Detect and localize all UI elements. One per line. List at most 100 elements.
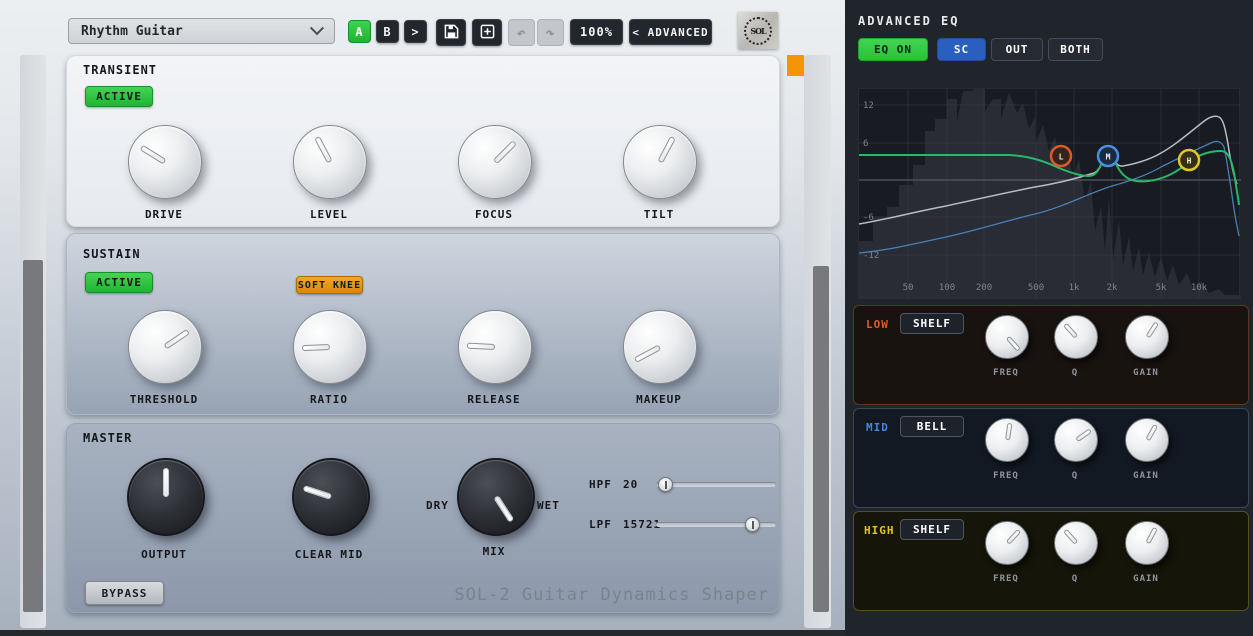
svg-text:100: 100 [939,283,955,293]
chevron-down-icon [310,21,324,35]
low-band-type-button[interactable]: SHELF [900,313,964,334]
svg-text:5k: 5k [1156,283,1167,293]
sustain-section: SUSTAIN ACTIVE SOFT KNEE THRESHOLD RATIO… [66,233,780,415]
bypass-button[interactable]: BYPASS [85,581,164,605]
ratio-label: RATIO [249,393,409,406]
eq-out-button[interactable]: OUT [991,38,1043,61]
hpf-slider-track[interactable] [656,482,776,487]
mix-knob[interactable] [457,458,535,536]
advanced-toggle-button[interactable]: < ADVANCED [629,19,712,45]
low-gain-label: GAIN [1086,368,1206,378]
svg-text:2k: 2k [1107,283,1118,293]
save-preset-button[interactable] [436,19,466,46]
mix-label: MIX [414,545,574,558]
svg-text:200: 200 [976,283,992,293]
high-gain-knob[interactable] [1125,521,1169,565]
redo-button[interactable]: ↷ [537,19,564,46]
ab-a-button[interactable]: A [348,20,371,43]
eq-node-mid[interactable]: M [1098,146,1118,166]
eq-band-mid: MID BELL FREQ Q GAIN [853,408,1249,508]
eq-title: ADVANCED EQ [858,14,959,28]
svg-text:500: 500 [1028,283,1044,293]
sustain-active-button[interactable]: ACTIVE [85,272,153,293]
master-section: MASTER OUTPUT CLEAR MID DRY WET MIX HPF … [66,423,780,613]
preset-value: Rhythm Guitar [81,24,183,39]
high-freq-knob[interactable] [985,521,1029,565]
high-q-knob[interactable] [1054,521,1098,565]
low-freq-knob[interactable] [985,315,1029,359]
svg-text:50: 50 [903,283,914,293]
output-knob[interactable] [127,458,205,536]
undo-button[interactable]: ↶ [508,19,535,46]
focus-label: FOCUS [414,208,574,221]
lpf-label: LPF [589,518,612,531]
tilt-label: TILT [579,208,739,221]
mid-q-knob[interactable] [1054,418,1098,462]
svg-text:6: 6 [863,139,868,149]
plugin-window: Rhythm Guitar A B > ↶ ↷ 100% < ADVANCED … [0,0,1253,636]
ab-b-button[interactable]: B [376,20,399,43]
transient-title: TRANSIENT [83,63,157,77]
undo-icon: ↶ [516,24,526,42]
transient-section: TRANSIENT ACTIVE DRIVE LEVEL FOCUS TILT [66,55,780,227]
threshold-knob[interactable] [128,310,202,384]
low-band-label: LOW [866,318,889,331]
master-title: MASTER [83,431,132,445]
ratio-knob[interactable] [293,310,367,384]
eq-graph-svg: L M H 12 6 -6 -12 50 100 200 [859,89,1241,299]
left-scrollbar-thumb[interactable] [23,260,43,612]
ab-copy-button[interactable]: > [404,20,427,43]
eq-graph[interactable]: L M H 12 6 -6 -12 50 100 200 [858,88,1240,298]
spectrum-silhouette [859,89,1241,299]
drive-knob[interactable] [128,125,202,199]
high-gain-label: GAIN [1086,574,1206,584]
dry-label: DRY [426,499,449,512]
output-label: OUTPUT [84,548,244,561]
svg-text:1k: 1k [1069,283,1080,293]
right-scrollbar-thumb[interactable] [813,266,829,612]
panel-marker [787,55,804,76]
soft-knee-button[interactable]: SOFT KNEE [296,276,363,294]
svg-text:10k: 10k [1191,283,1208,293]
svg-text:12: 12 [863,101,874,111]
mid-band-label: MID [866,421,889,434]
brand-logo: SOL [738,12,778,49]
preset-dropdown[interactable]: Rhythm Guitar [68,18,335,44]
clear-mid-knob[interactable] [292,458,370,536]
save-icon [444,24,459,42]
transient-active-button[interactable]: ACTIVE [85,86,153,107]
makeup-knob[interactable] [623,310,697,384]
eq-node-low[interactable]: L [1051,146,1071,166]
high-band-label: HIGH [864,524,895,537]
svg-text:M: M [1106,153,1111,162]
high-band-type-button[interactable]: SHELF [900,519,964,540]
release-label: RELEASE [414,393,574,406]
eq-band-low: LOW SHELF FREQ Q GAIN [853,305,1249,405]
eq-on-button[interactable]: EQ ON [858,38,928,61]
mid-band-type-button[interactable]: BELL [900,416,964,437]
zoom-button[interactable]: 100% [570,19,623,45]
hpf-value: 20 [623,478,638,491]
eq-sc-button[interactable]: SC [937,38,986,61]
level-knob[interactable] [293,125,367,199]
release-knob[interactable] [458,310,532,384]
low-q-knob[interactable] [1054,315,1098,359]
advanced-eq-panel: ADVANCED EQ EQ ON SC OUT BOTH [845,0,1253,636]
low-gain-knob[interactable] [1125,315,1169,359]
sustain-title: SUSTAIN [83,247,141,261]
mid-freq-knob[interactable] [985,418,1029,462]
eq-band-high: HIGH SHELF FREQ Q GAIN [853,511,1249,611]
makeup-label: MAKEUP [579,393,739,406]
mid-gain-knob[interactable] [1125,418,1169,462]
add-preset-button[interactable] [472,19,502,46]
lpf-slider-handle[interactable] [745,517,760,532]
plus-icon [480,24,495,42]
tilt-knob[interactable] [623,125,697,199]
main-panel: Rhythm Guitar A B > ↶ ↷ 100% < ADVANCED … [0,0,845,636]
eq-both-button[interactable]: BOTH [1048,38,1103,61]
svg-text:H: H [1187,157,1192,166]
drive-label: DRIVE [84,208,244,221]
hpf-slider-handle[interactable] [658,477,673,492]
eq-node-high[interactable]: H [1179,150,1199,170]
focus-knob[interactable] [458,125,532,199]
